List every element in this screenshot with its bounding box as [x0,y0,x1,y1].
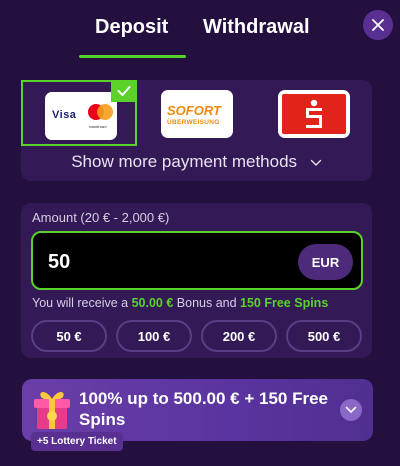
sofort-sub-label: ÜBERWEISUNG [167,119,220,126]
mastercard-label: mastercard [89,125,107,129]
bonus-free-spins: 150 Free Spins [240,296,329,310]
payment-method-sparkasse[interactable] [258,80,372,146]
close-icon [372,19,384,31]
lottery-ticket-badge: +5 Lottery Ticket [31,432,123,451]
sparkasse-icon [306,99,322,128]
preset-amount-100[interactable]: 100 € [116,320,192,352]
gift-box-icon [34,392,70,429]
sofort-card-logo: SOFORT ÜBERWEISUNG [161,90,233,138]
selected-check-badge [111,80,137,102]
show-more-label: Show more payment methods [71,152,298,171]
currency-button[interactable]: EUR [298,244,353,280]
amount-range-label: Amount (20 € - 2,000 €) [32,210,170,225]
payment-method-sofort[interactable]: SOFORT ÜBERWEISUNG [150,80,256,146]
chevron-down-icon [310,159,321,166]
tab-withdrawal[interactable]: Withdrawal [203,16,310,39]
preset-amount-200[interactable]: 200 € [201,320,277,352]
amount-panel: Amount (20 € - 2,000 €) EUR You will rec… [21,203,372,358]
sparkasse-card-logo [278,90,350,138]
mastercard-icon [88,104,113,120]
bonus-prefix: You will receive a [32,296,132,310]
active-tab-indicator [79,55,186,58]
payment-method-visa[interactable]: Visa mastercard [21,80,137,146]
payment-methods-panel: Visa mastercard SOFORT ÜBERWEISUNG Show … [21,80,372,181]
tab-deposit[interactable]: Deposit [95,16,168,39]
amount-field[interactable]: EUR [31,231,363,290]
visa-card-logo: Visa mastercard [45,92,117,140]
preset-amount-500[interactable]: 500 € [286,320,362,352]
deposit-header: Deposit Withdrawal [0,0,400,60]
check-icon [117,86,131,96]
promo-expand-button[interactable] [340,399,362,421]
bonus-middle: Bonus and [173,296,241,310]
sofort-label: SOFORT [167,103,221,118]
bonus-summary: You will receive a 50.00 € Bonus and 150… [32,296,328,310]
chevron-down-icon [345,406,357,414]
promo-title: 100% up to 500.00 € + 150 Free Spins [79,389,329,429]
show-more-payment-methods[interactable]: Show more payment methods [21,152,372,172]
close-button[interactable] [363,10,393,40]
amount-input[interactable] [48,247,248,277]
bonus-amount: 50.00 € [131,296,174,310]
preset-amount-50[interactable]: 50 € [31,320,107,352]
visa-label: Visa [52,109,77,121]
